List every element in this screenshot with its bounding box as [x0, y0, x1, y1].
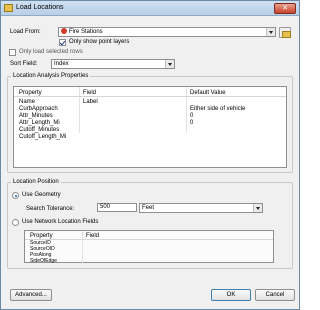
fire-station-icon	[61, 28, 67, 34]
use-geometry-radio[interactable]	[12, 192, 19, 199]
column-header: Field	[83, 90, 97, 96]
column-header: Field	[86, 233, 100, 239]
only-selected-rows-label: Only load selected rows	[19, 49, 83, 55]
sort-field-value: Index	[54, 61, 69, 67]
sort-field-label: Sort Field:	[10, 61, 38, 67]
use-network-location-fields-label: Use Network Location Fields	[22, 219, 99, 225]
load-locations-dialog: Load Locations ✕ Load From: Fire Station…	[0, 0, 300, 310]
title-bar: Load Locations ✕	[1, 1, 299, 16]
default-value-cell[interactable]	[188, 133, 284, 141]
table-header: Property Field Default Value	[14, 89, 286, 97]
chevron-down-icon	[165, 60, 174, 68]
location-position-title: Location Position	[11, 179, 61, 185]
table-header: Property Field	[25, 232, 273, 240]
advanced-button[interactable]: Advanced...	[10, 289, 52, 301]
tolerance-unit-value: Feet	[142, 205, 155, 211]
close-button[interactable]: ✕	[274, 3, 296, 14]
layer-icon	[4, 4, 13, 12]
use-geometry-label: Use Geometry	[22, 192, 61, 198]
network-location-fields-table[interactable]: Property Field SourceID SourceOID PosAlo…	[24, 230, 274, 264]
property-cell: Cutoff_Length_Mi	[19, 134, 67, 140]
tolerance-unit-dropdown[interactable]: Feet	[139, 203, 263, 213]
table-row[interactable]: Cutoff_Length_Mi	[14, 133, 286, 141]
search-tolerance-label: Search Tolerance:	[26, 206, 75, 212]
location-analysis-properties-title: Location Analysis Properties	[11, 73, 91, 79]
folder-open-icon[interactable]	[279, 27, 291, 38]
column-header: Property	[19, 90, 42, 96]
use-network-location-fields-radio[interactable]	[12, 219, 19, 226]
ok-button[interactable]: OK	[211, 289, 251, 301]
only-point-layers-checkbox[interactable]	[59, 39, 66, 46]
chevron-down-icon	[266, 28, 275, 36]
cancel-button[interactable]: Cancel	[255, 289, 295, 301]
only-selected-rows-checkbox[interactable]	[9, 49, 16, 56]
table-row[interactable]: SideOfEdge	[25, 258, 273, 264]
window-title: Load Locations	[16, 4, 64, 11]
field-cell[interactable]	[81, 133, 181, 141]
load-from-label: Load From:	[10, 29, 41, 35]
sort-field-dropdown[interactable]: Index	[51, 59, 175, 69]
properties-table[interactable]: Property Field Default Value Name Label …	[13, 86, 287, 168]
chevron-down-icon	[253, 204, 262, 212]
load-from-value: Fire Stations	[69, 29, 103, 35]
search-tolerance-input[interactable]: 500	[97, 203, 137, 212]
load-from-dropdown[interactable]: Fire Stations	[58, 27, 276, 37]
only-point-layers-label: Only show point layers	[69, 39, 130, 45]
property-cell: SideOfEdge	[30, 258, 57, 264]
column-header: Default Value	[190, 90, 226, 96]
column-header: Property	[30, 233, 53, 239]
